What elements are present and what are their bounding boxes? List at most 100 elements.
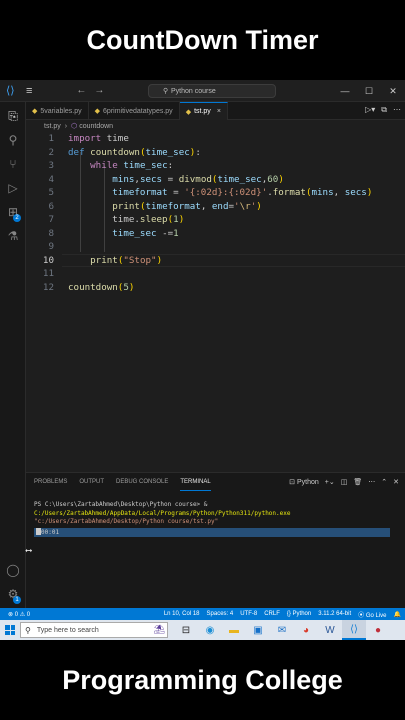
navigation-arrows: ← → bbox=[76, 85, 112, 96]
more-actions-icon[interactable]: ⋯ bbox=[393, 105, 401, 114]
extensions-badge: 2 bbox=[13, 214, 21, 222]
line-number: 3 bbox=[48, 160, 54, 171]
line-number: 10 bbox=[42, 254, 54, 266]
code-line: 8 time_sec -=1 bbox=[26, 227, 405, 241]
language-mode[interactable]: {} Python bbox=[287, 611, 311, 617]
forward-arrow-icon[interactable]: → bbox=[94, 85, 104, 96]
search-icon[interactable]: ⚲ bbox=[5, 132, 21, 148]
code-line: 9 bbox=[26, 240, 405, 254]
python-file-icon: ◆ bbox=[32, 108, 38, 115]
bottom-banner-title: Programming College bbox=[0, 640, 405, 720]
end-of-line[interactable]: CRLF bbox=[264, 611, 280, 617]
title-bar: ⟨⟩ ≡ ← → ⚲ Python course — ☐ ✕ bbox=[0, 80, 405, 102]
windows-logo-icon bbox=[5, 625, 15, 635]
tab-6primitivedatatypes[interactable]: ◆ 6primitivedatatypes.py bbox=[89, 102, 180, 120]
code-editor[interactable]: 1 import time 2 def countdown(time_sec): 3… bbox=[26, 132, 405, 472]
python-file-icon: ◆ bbox=[94, 108, 101, 115]
new-terminal-icon[interactable]: +⌄ bbox=[325, 478, 335, 486]
back-arrow-icon[interactable]: ← bbox=[76, 85, 86, 96]
window-controls: — ☐ ✕ bbox=[333, 80, 405, 102]
problems-count[interactable]: ⊗ 0 ⚠ 0 bbox=[8, 611, 30, 618]
task-view-icon[interactable]: ⊟ bbox=[174, 620, 198, 640]
recording-app-icon[interactable]: ● bbox=[366, 620, 390, 640]
code-line-current: 10 print("Stop") bbox=[26, 253, 405, 268]
line-number: 5 bbox=[48, 187, 54, 198]
taskbar-search-placeholder: Type here to search bbox=[36, 626, 99, 634]
activity-bar: ⎘ ⚲ ⑂ ▷ ⊞ 2 ⚗ ◯ ⚙ 1 bbox=[0, 102, 26, 608]
chrome-icon[interactable]: ◕ bbox=[294, 620, 318, 640]
chevron-up-icon[interactable]: ⌃ bbox=[381, 478, 387, 486]
python-interpreter[interactable]: 3.11.2 64-bit bbox=[318, 611, 351, 617]
menu-icon[interactable]: ≡ bbox=[26, 85, 32, 97]
code-line: 5 timeformat = '{:02d}:{:02d}'.format(mi… bbox=[26, 186, 405, 200]
file-explorer-icon[interactable]: ▬ bbox=[222, 620, 246, 640]
notifications-bell-icon[interactable]: 🔔 bbox=[394, 611, 401, 618]
editor-tabs: ◆ 5variables.py ◆ 6primitivedatatypes.py ◆… bbox=[26, 102, 405, 120]
command-center-text: Python course bbox=[171, 87, 216, 95]
tab-tst[interactable]: ◆ tst.py × bbox=[179, 102, 228, 120]
function-symbol-icon: ⬡ bbox=[71, 123, 78, 130]
terminal-icon: ⊡ bbox=[289, 479, 295, 486]
line-number: 9 bbox=[48, 241, 54, 252]
panel-tabs: PROBLEMS OUTPUT DEBUG CONSOLE TERMINAL bbox=[34, 479, 223, 491]
windows-start-button[interactable] bbox=[0, 620, 20, 640]
vscode-logo-icon: ⟨⟩ bbox=[6, 84, 15, 97]
indentation[interactable]: Spaces: 4 bbox=[207, 611, 234, 617]
run-debug-icon[interactable]: ▷ bbox=[5, 180, 21, 196]
vscode-taskbar-icon[interactable]: ⟨⟩ bbox=[342, 620, 366, 640]
taskbar-search-box[interactable]: ⚲ Type here to search ⛱ bbox=[20, 622, 168, 638]
line-number: 2 bbox=[48, 146, 54, 158]
word-icon[interactable]: W bbox=[318, 620, 342, 640]
search-icon: ⚲ bbox=[25, 625, 31, 635]
more-actions-icon[interactable]: ⋯ bbox=[368, 478, 375, 486]
chevron-right-icon: › bbox=[64, 122, 68, 130]
maximize-button[interactable]: ☐ bbox=[357, 86, 381, 97]
explorer-icon[interactable]: ⎘ bbox=[5, 108, 21, 124]
tab-problems[interactable]: PROBLEMS bbox=[34, 479, 67, 491]
encoding[interactable]: UTF-8 bbox=[240, 611, 257, 617]
editor-actions: ▷▾ ⧉ ⋯ bbox=[359, 105, 401, 115]
code-line: 4 mins,secs = divmod(time_sec,60) bbox=[26, 173, 405, 187]
vscode-window: ⟨⟩ ≡ ← → ⚲ Python course — ☐ ✕ ⎘ ⚲ ⑂ ▷ ⊞ … bbox=[0, 80, 405, 620]
terminal-output[interactable]: PS C:\Users\ZartabAhmed\Desktop\Python c… bbox=[26, 501, 398, 555]
terminal-prompt: PS C:\Users\ZartabAhmed\Desktop\Python c… bbox=[34, 501, 208, 508]
resize-cursor-icon: ⟷ bbox=[26, 546, 32, 556]
tab-label: 6primitivedatatypes.py bbox=[103, 107, 173, 115]
code-line: 3 while time_sec: bbox=[26, 159, 405, 173]
tab-terminal[interactable]: TERMINAL bbox=[180, 479, 211, 491]
line-number: 4 bbox=[48, 173, 54, 185]
microsoft-store-icon[interactable]: ▣ bbox=[246, 620, 270, 640]
mail-icon[interactable]: ✉ bbox=[270, 620, 294, 640]
taskbar-apps: ⊟ ◉ ▬ ▣ ✉ ◕ W ⟨⟩ ● bbox=[174, 620, 390, 640]
code-line: 2 def countdown(time_sec): bbox=[26, 146, 405, 160]
tab-5variables[interactable]: ◆ 5variables.py bbox=[26, 102, 89, 120]
minimize-button[interactable]: — bbox=[333, 86, 357, 96]
breadcrumb-file[interactable]: tst.py bbox=[44, 123, 61, 130]
edge-browser-icon[interactable]: ◉ bbox=[198, 620, 222, 640]
shell-label[interactable]: Python bbox=[297, 479, 319, 486]
go-live-button[interactable]: ⦿ Go Live bbox=[358, 610, 386, 619]
search-icon: ⚲ bbox=[163, 88, 169, 95]
terminal-command-line: PS C:\Users\ZartabAhmed\Desktop\Python c… bbox=[34, 501, 398, 527]
line-number: 1 bbox=[48, 133, 54, 144]
close-tab-icon[interactable]: × bbox=[217, 108, 221, 115]
tab-debug-console[interactable]: DEBUG CONSOLE bbox=[116, 479, 168, 491]
tab-label: 5variables.py bbox=[40, 107, 82, 115]
close-panel-icon[interactable]: ✕ bbox=[393, 478, 399, 486]
code-line: 12 countdown(5) bbox=[26, 281, 405, 295]
run-file-icon[interactable]: ▷▾ bbox=[365, 105, 375, 114]
tab-output[interactable]: OUTPUT bbox=[79, 479, 104, 491]
split-terminal-icon[interactable]: ◫ bbox=[341, 478, 348, 486]
account-icon[interactable]: ◯ bbox=[5, 562, 21, 578]
source-control-icon[interactable]: ⑂ bbox=[5, 156, 21, 172]
line-number: 11 bbox=[42, 268, 54, 279]
breadcrumb-symbol[interactable]: countdown bbox=[79, 123, 113, 130]
trash-icon[interactable]: 🗑 bbox=[353, 478, 362, 486]
close-button[interactable]: ✕ bbox=[381, 86, 405, 97]
code-line: 11 bbox=[26, 267, 405, 281]
testing-icon[interactable]: ⚗ bbox=[5, 228, 21, 244]
code-line: 7 time.sleep(1) bbox=[26, 213, 405, 227]
cursor-position[interactable]: Ln 10, Col 18 bbox=[164, 611, 200, 617]
split-editor-icon[interactable]: ⧉ bbox=[381, 105, 387, 114]
command-center-search[interactable]: ⚲ Python course bbox=[148, 84, 276, 98]
